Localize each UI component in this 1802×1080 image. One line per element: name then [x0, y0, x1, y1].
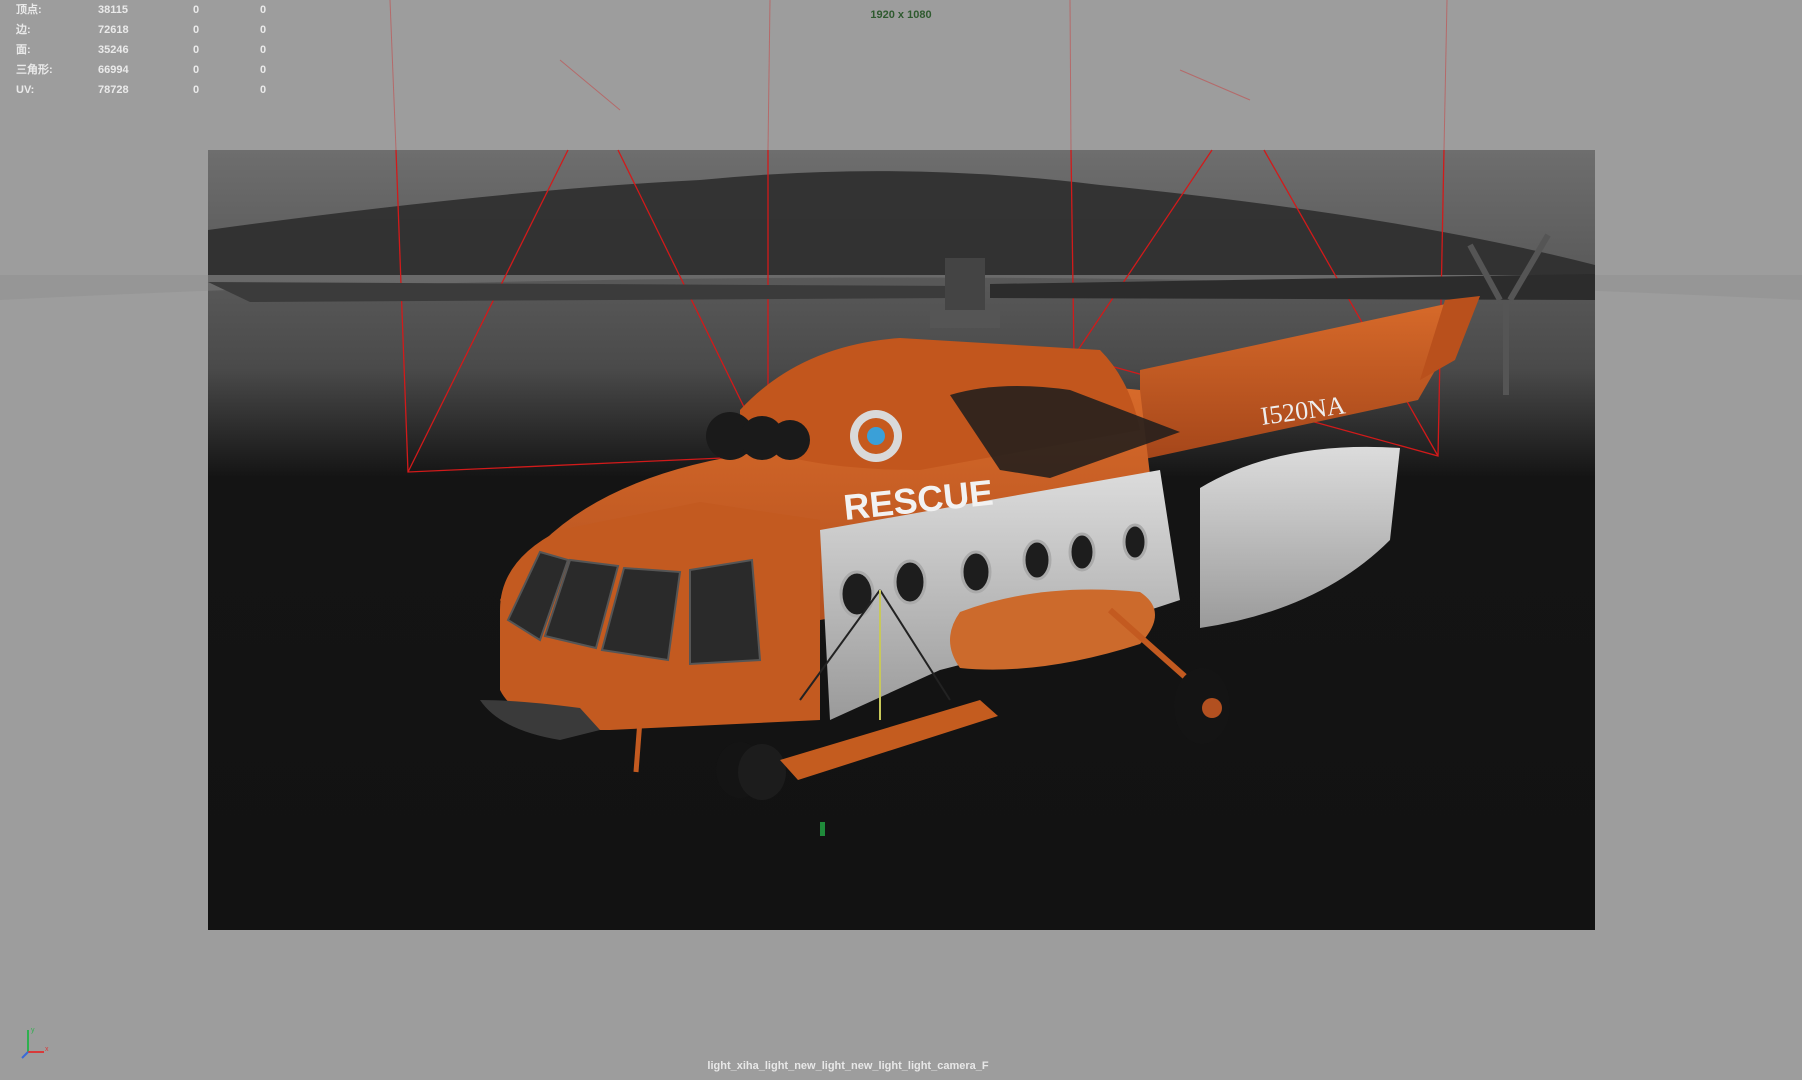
pivot-marker: [820, 822, 825, 836]
camera-name-label: light_xiha_light_new_light_new_light_lig…: [707, 1060, 989, 1072]
light-frustum-outer: [389, 0, 1448, 151]
axis-gizmo: y x: [21, 1027, 49, 1059]
axis-x-label: x: [45, 1046, 49, 1053]
rescue-emblem: [850, 410, 902, 462]
axis-y-label: y: [31, 1027, 35, 1034]
viewport-3d[interactable]: RESCUE I520NA: [0, 0, 1802, 1080]
